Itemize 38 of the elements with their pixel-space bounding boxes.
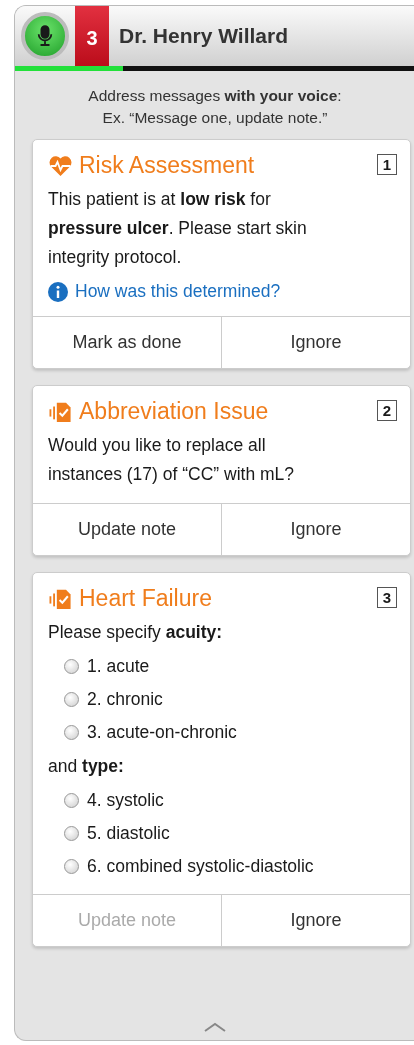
collapse-chevron-icon[interactable]	[203, 1022, 227, 1032]
radio-button[interactable]	[64, 793, 79, 808]
radio-option[interactable]: 4. systolic	[48, 787, 395, 814]
document-check-icon	[48, 587, 73, 610]
radio-option[interactable]: 6. combined systolic-diastolic	[48, 853, 395, 880]
message-text: Please specify acuity:	[48, 621, 224, 644]
card-action-button[interactable]: Update note	[33, 504, 222, 555]
message-number-badge: 2	[376, 400, 397, 421]
info-icon	[48, 281, 68, 302]
document-check-icon	[48, 400, 73, 423]
message-number-badge: 1	[376, 154, 397, 175]
card-title: Risk Assessment	[79, 152, 255, 179]
radio-button[interactable]	[64, 725, 79, 740]
message-number-badge: 3	[376, 587, 397, 608]
message-text: Would you like to replace all instances (17) of “CC” with mL?	[48, 434, 296, 486]
radio-button[interactable]	[64, 859, 79, 874]
microphone-icon	[36, 25, 54, 47]
message-text: and type:	[48, 755, 125, 778]
radio-button[interactable]	[64, 692, 79, 707]
radio-option[interactable]: 2. chronic	[48, 686, 395, 713]
card-action-button[interactable]: Ignore	[222, 504, 410, 555]
card-action-button[interactable]: Mark as done	[33, 317, 222, 368]
instruction-text: Address messages with your voice:	[88, 87, 342, 105]
card-title: Heart Failure	[79, 585, 212, 612]
instruction-text: Ex. “Message one, update note.”	[102, 109, 328, 127]
radio-button[interactable]	[64, 826, 79, 841]
doctor-name: Dr. Henry Willard	[119, 24, 289, 48]
explanation-link[interactable]: How was this determined?	[75, 281, 281, 302]
microphone-button[interactable]	[21, 12, 69, 60]
message-text: This patient is at low risk for pressure ulcer. Please start skin integrity protocol.	[48, 188, 308, 269]
heart-pulse-icon	[48, 154, 73, 177]
card-action-button[interactable]: Ignore	[222, 895, 410, 946]
radio-button[interactable]	[64, 659, 79, 674]
radio-option[interactable]: 1. acute	[48, 653, 395, 680]
radio-option[interactable]: 5. diastolic	[48, 820, 395, 847]
radio-option[interactable]: 3. acute-on-chronic	[48, 719, 395, 746]
card-title: Abbreviation Issue	[79, 398, 269, 425]
card-action-button[interactable]: Ignore	[222, 317, 410, 368]
